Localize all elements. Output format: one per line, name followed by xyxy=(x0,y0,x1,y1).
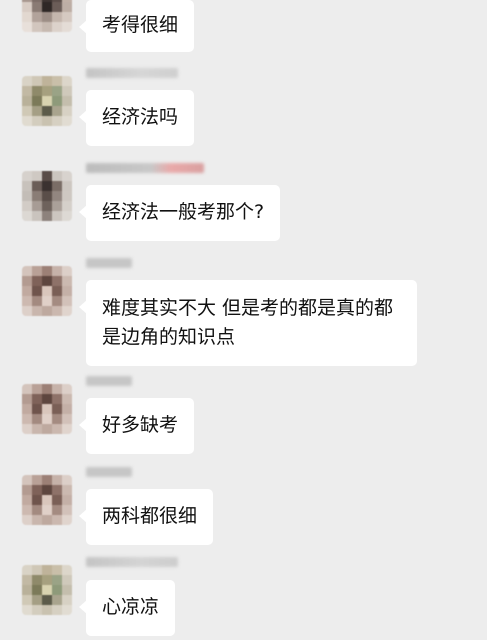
message-bubble[interactable]: 难度其实不大 但是考的都是真的都是边角的知识点 xyxy=(79,280,417,366)
message-bubble[interactable]: 好多缺考 xyxy=(78,398,195,454)
sender-name xyxy=(86,258,132,268)
avatar[interactable] xyxy=(22,384,72,434)
avatar[interactable] xyxy=(22,266,72,316)
message-text: 心凉凉 xyxy=(102,596,160,618)
sender-name xyxy=(86,376,132,386)
chat-message-list[interactable]: 考得很细 经济法吗 经济法一般考那个? 难度其实不大 但是考的都是真的都是边角的… xyxy=(0,0,487,640)
sender-name xyxy=(86,467,132,477)
message-text: 难度其实不大 但是考的都是真的都是边角的知识点 xyxy=(102,297,394,348)
message-text: 好多缺考 xyxy=(102,414,179,436)
avatar[interactable] xyxy=(22,76,72,126)
avatar[interactable] xyxy=(22,171,72,221)
message-text: 两科都很细 xyxy=(102,505,198,527)
avatar[interactable] xyxy=(22,565,72,615)
avatar[interactable] xyxy=(22,0,72,32)
message-text: 经济法一般考那个? xyxy=(102,201,265,223)
sender-name xyxy=(86,557,178,567)
message-bubble[interactable]: 经济法吗 xyxy=(78,90,195,146)
avatar[interactable] xyxy=(22,475,72,525)
message-bubble[interactable]: 两科都很细 xyxy=(78,489,214,545)
message-bubble[interactable]: 考得很细 xyxy=(78,0,195,52)
message-bubble[interactable]: 心凉凉 xyxy=(78,580,176,636)
message-bubble[interactable]: 经济法一般考那个? xyxy=(78,185,281,241)
sender-name xyxy=(86,68,178,78)
sender-name xyxy=(86,163,204,173)
message-text: 经济法吗 xyxy=(102,106,179,128)
message-text: 考得很细 xyxy=(102,14,179,36)
